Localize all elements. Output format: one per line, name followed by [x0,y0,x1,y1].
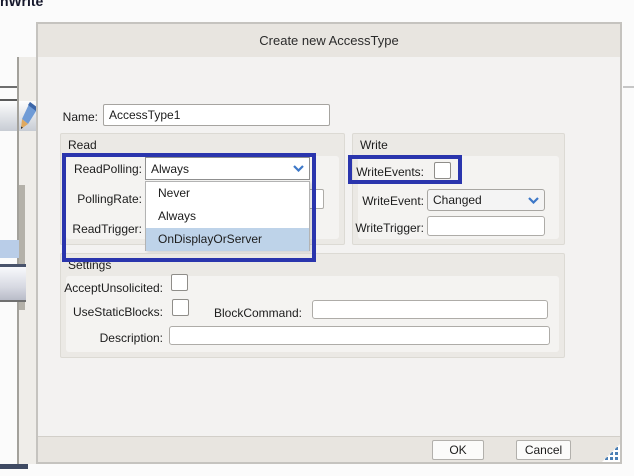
writetrigger-input[interactable] [427,216,545,236]
writeevent-label: WriteEvent: [340,194,424,208]
acceptunsolicited-label: AcceptUnsolicited: [60,281,163,295]
acceptunsolicited-checkbox[interactable] [171,274,188,291]
background-gradient-band [0,267,26,300]
background-right-line [623,86,634,88]
cancel-button[interactable]: Cancel [516,440,571,460]
writetrigger-label: WriteTrigger: [340,221,424,235]
ok-button[interactable]: OK [432,440,484,460]
chevron-down-icon[interactable] [522,190,544,210]
background-dark-line [0,300,26,302]
name-label: Name: [40,110,98,124]
usestaticblocks-checkbox[interactable] [172,299,189,316]
annotation-writeevents-highlight [348,155,462,184]
writeevent-combobox[interactable]: Changed [427,189,545,211]
dialog-title: Create new AccessType [38,33,620,48]
usestaticblocks-label: UseStaticBlocks: [60,305,163,319]
write-group-title: Write [360,138,388,152]
blockcommand-label: BlockCommand: [200,306,302,320]
name-input[interactable] [103,104,330,126]
description-label: Description: [60,331,163,345]
blockcommand-input[interactable] [312,300,548,319]
read-group-title: Read [68,138,97,152]
background-bottom-line [0,464,28,469]
description-input[interactable] [169,326,550,345]
background-window-title-fragment: nWrite [0,0,43,9]
background-selection-band [0,240,19,258]
screen: nWrite Create new AccessType Name: Read … [0,0,634,476]
annotation-readpolling-highlight [62,153,316,262]
writeevent-selected-value: Changed [428,190,522,210]
